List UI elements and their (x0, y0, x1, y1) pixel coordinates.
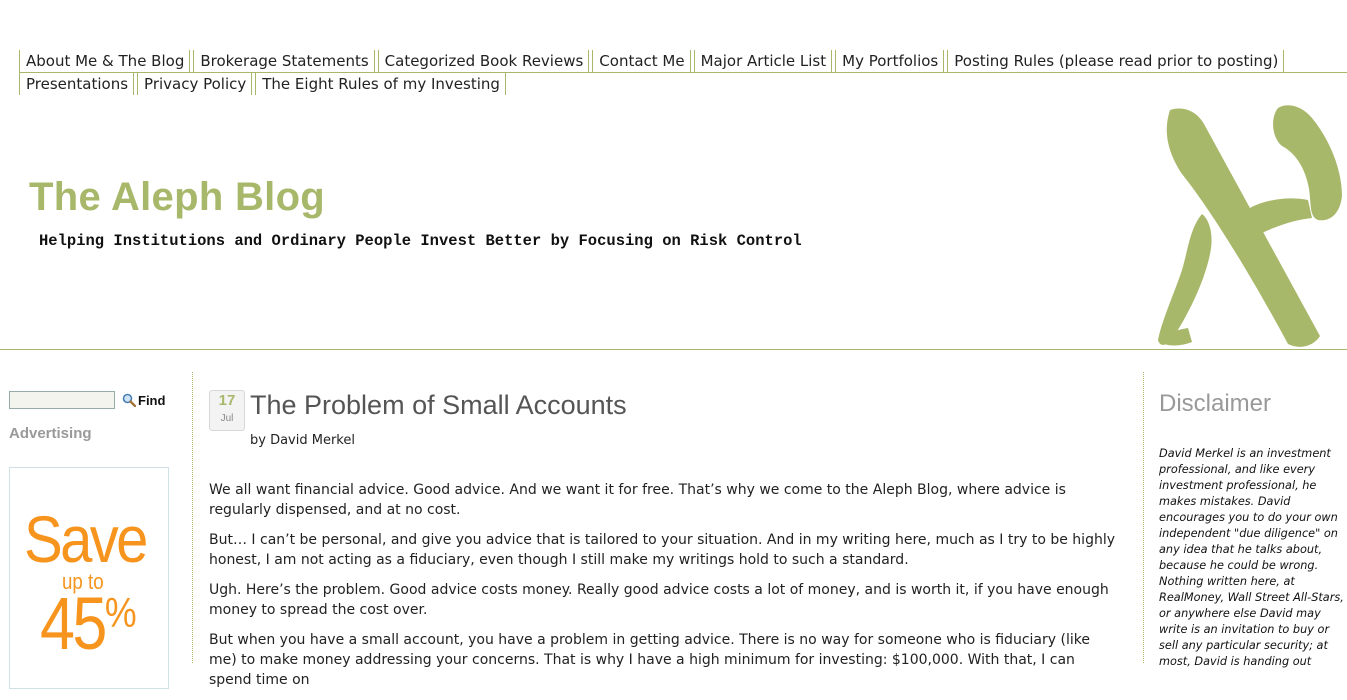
nav-row-2: Presentations Privacy Policy The Eight R… (19, 73, 1309, 95)
aleph-logo-icon[interactable] (1152, 104, 1347, 349)
post-paragraph: We all want financial advice. Good advic… (209, 482, 1066, 518)
ad-save-text: Save (24, 502, 148, 576)
post-paragraph: But… I can’t be personal, and give you a… (209, 532, 1116, 568)
advertisement-banner[interactable]: Save up to 45% (9, 467, 169, 689)
nav-link-eight-rules[interactable]: The Eight Rules of my Investing (255, 73, 506, 95)
header-divider (0, 349, 1347, 350)
top-nav: About Me & The Blog Brokerage Statements… (19, 50, 1347, 95)
nav-link-my-portfolios[interactable]: My Portfolios (835, 50, 945, 72)
post-body: We all want financial advice. Good advic… (209, 480, 1119, 700)
search-input[interactable] (9, 391, 115, 409)
nav-row-1: About Me & The Blog Brokerage Statements… (19, 50, 1347, 73)
ad-discount-value: 45% (40, 587, 137, 661)
find-button-label: Find (138, 392, 166, 408)
site-tagline: Helping Institutions and Ordinary People… (39, 232, 802, 250)
ad-discount-number: 45 (40, 582, 107, 665)
nav-link-posting-rules[interactable]: Posting Rules (please read prior to post… (947, 50, 1285, 72)
right-column-divider (1143, 372, 1144, 663)
post-date-badge: 17 Jul (209, 390, 245, 431)
nav-link-presentations[interactable]: Presentations (19, 73, 135, 95)
nav-link-brokerage-statements[interactable]: Brokerage Statements (193, 50, 375, 72)
ad-percent-sign: % (104, 589, 137, 636)
site-title[interactable]: The Aleph Blog (29, 175, 325, 220)
disclaimer-text: David Merkel is an investment profession… (1159, 447, 1344, 668)
disclaimer-heading: Disclaimer (1159, 390, 1272, 417)
nav-link-book-reviews[interactable]: Categorized Book Reviews (377, 50, 590, 72)
nav-link-about-me[interactable]: About Me & The Blog (19, 50, 191, 72)
post-paragraph: Ugh. Here’s the problem. Good advice cos… (209, 582, 1109, 618)
post-title[interactable]: The Problem of Small Accounts (250, 390, 627, 421)
nav-link-contact-me[interactable]: Contact Me (592, 50, 691, 72)
advertising-heading: Advertising (9, 425, 92, 442)
find-button[interactable]: Find (122, 392, 165, 408)
nav-link-privacy-policy[interactable]: Privacy Policy (137, 73, 253, 95)
post-paragraph: But when you have a small account, you h… (209, 632, 1090, 688)
post-date-day: 17 (218, 392, 236, 409)
left-column-divider (192, 372, 193, 663)
magnifier-icon (122, 393, 136, 407)
nav-link-major-article-list[interactable]: Major Article List (693, 50, 833, 72)
post-byline: by David Merkel (250, 433, 355, 448)
post-date-month: Jul (220, 413, 234, 424)
